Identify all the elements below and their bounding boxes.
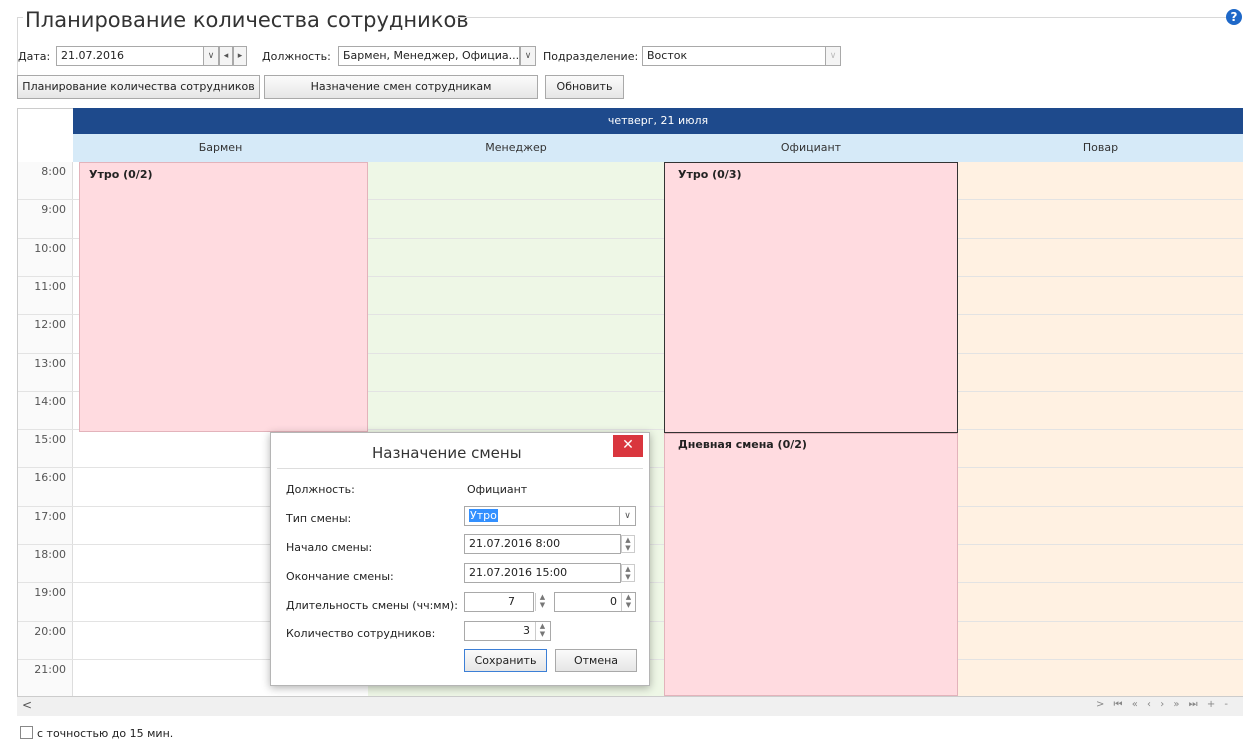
date-label: Дата: <box>18 50 51 63</box>
date-field[interactable]: 21.07.2016 <box>56 46 204 66</box>
help-icon[interactable]: ? <box>1226 9 1242 25</box>
plan-staff-button[interactable]: Планирование количества сотрудников <box>17 75 260 99</box>
time-label: 20:00 <box>34 624 66 638</box>
shift-type-select[interactable]: Утро <box>464 506 620 526</box>
precision-label: с точностью до 15 мин. <box>37 727 174 740</box>
chevron-down-icon[interactable]: ∨ <box>619 506 636 526</box>
arrow-right-icon[interactable]: ▸ <box>233 46 247 66</box>
column-header-waiter: Официант <box>664 134 958 162</box>
arrow-left-icon[interactable]: < <box>22 698 32 712</box>
spinner-icon[interactable]: ▲ ▼ <box>535 593 549 611</box>
horizontal-scrollbar[interactable] <box>17 696 1243 716</box>
shift-end-label: Окончание смены: <box>286 570 394 583</box>
pager-icons[interactable]: > ⏮ « ‹ › » ⏭ + - <box>1096 699 1231 710</box>
shift-block-label: Утро (0/2) <box>89 168 153 181</box>
dialog-position-value: Официант <box>467 483 528 496</box>
spinner-icon[interactable]: ▲ ▼ <box>621 593 635 611</box>
employee-count-label: Количество сотрудников: <box>286 627 436 640</box>
shift-start-field[interactable]: 21.07.2016 8:00 <box>464 534 621 554</box>
shift-block-label: Дневная смена (0/2) <box>678 438 807 451</box>
time-label: 21:00 <box>34 662 66 676</box>
close-icon[interactable]: ✕ <box>613 435 643 457</box>
time-label: 9:00 <box>41 203 66 217</box>
position-select[interactable]: Бармен, Менеджер, Официа... <box>338 46 520 66</box>
time-label: 16:00 <box>34 471 66 485</box>
page-title: Планирование количества сотрудников <box>25 8 469 32</box>
spinner-icon[interactable]: ▲ ▼ <box>535 622 549 640</box>
day-header: четверг, 21 июля <box>73 108 1243 134</box>
column-header-manager: Менеджер <box>368 134 664 162</box>
arrow-left-icon[interactable]: ◂ <box>219 46 233 66</box>
time-label: 15:00 <box>34 433 66 447</box>
time-label: 13:00 <box>34 356 66 370</box>
shift-block-waiter-day[interactable]: Дневная смена (0/2) <box>664 433 958 696</box>
time-label: 12:00 <box>34 318 66 332</box>
shift-start-label: Начало смены: <box>286 541 373 554</box>
shift-type-value: Утро <box>469 509 498 522</box>
column-header-cook: Повар <box>958 134 1243 162</box>
precision-checkbox[interactable] <box>20 726 33 739</box>
duration-label: Длительность смены (чч:мм): <box>286 599 458 612</box>
time-label: 14:00 <box>34 394 66 408</box>
shift-block-label: Утро (0/3) <box>678 168 742 181</box>
assign-shifts-button[interactable]: Назначение смен сотрудникам <box>264 75 538 99</box>
assign-shift-dialog: Назначение смены ✕ Должность: Официант Т… <box>270 432 650 686</box>
shift-block-barman-morning[interactable]: Утро (0/2) <box>79 162 368 432</box>
divider <box>277 468 643 469</box>
shift-end-field[interactable]: 21.07.2016 15:00 <box>464 563 621 583</box>
chevron-down-icon[interactable]: ∨ <box>203 46 219 66</box>
shift-block-waiter-morning[interactable]: Утро (0/3) <box>664 162 958 433</box>
position-label: Должность: <box>262 50 331 63</box>
shift-type-label: Тип смены: <box>286 512 352 525</box>
column-header-barman: Бармен <box>73 134 368 162</box>
division-label: Подразделение: <box>543 50 639 63</box>
time-label: 18:00 <box>34 548 66 561</box>
time-label: 10:00 <box>34 241 66 255</box>
division-select[interactable]: Восток <box>642 46 826 66</box>
dialog-title: Назначение смены <box>372 444 522 462</box>
spinner-icon[interactable]: ▲ ▼ <box>621 564 635 582</box>
time-label: 8:00 <box>41 165 66 178</box>
duration-hours-field[interactable]: 7 <box>464 592 534 612</box>
refresh-button[interactable]: Обновить <box>545 75 624 99</box>
chevron-down-icon[interactable]: ∨ <box>825 46 841 66</box>
title-frame-line <box>17 17 18 75</box>
time-label: 17:00 <box>34 509 66 523</box>
spinner-icon[interactable]: ▲ ▼ <box>621 535 635 553</box>
chevron-down-icon[interactable]: ∨ <box>520 46 536 66</box>
time-label: 19:00 <box>34 586 66 600</box>
save-button[interactable]: Сохранить <box>464 649 547 672</box>
dialog-position-label: Должность: <box>286 483 355 496</box>
time-label: 11:00 <box>34 279 66 293</box>
cancel-button[interactable]: Отмена <box>555 649 637 672</box>
title-frame-line <box>455 17 1227 18</box>
